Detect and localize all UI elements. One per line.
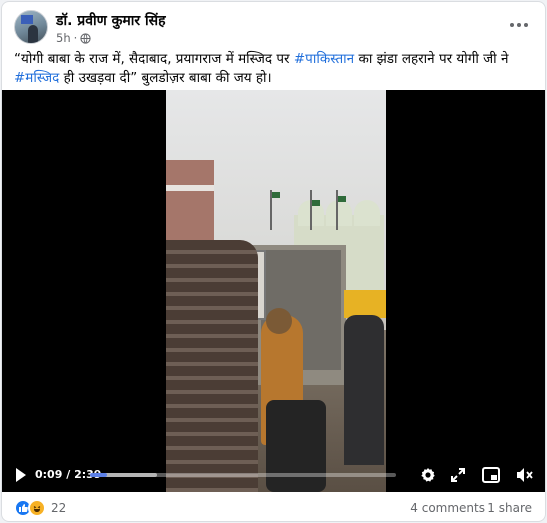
video-frame[interactable]	[166, 90, 386, 492]
shares-link[interactable]: 1 share	[487, 501, 532, 515]
more-options-icon[interactable]	[507, 16, 531, 34]
post-meta: 5h ·	[56, 31, 91, 45]
reaction-count[interactable]: 22	[51, 501, 66, 515]
globe-icon[interactable]	[80, 32, 91, 44]
author-avatar[interactable]	[14, 10, 48, 44]
video-flag-pole	[310, 190, 312, 230]
avatar-figure-shape	[28, 25, 38, 43]
volume-muted-icon[interactable]	[514, 465, 534, 485]
avatar-flag-shape	[21, 15, 33, 24]
post-text-part2: का झंडा लहराने पर योगी जी ने	[354, 51, 509, 67]
reaction-icons[interactable]	[14, 499, 48, 517]
video-person-head	[266, 308, 292, 334]
meta-separator: ·	[73, 31, 78, 45]
time-separator: /	[62, 468, 75, 481]
video-flag	[272, 192, 280, 198]
hashtag-link-pakistan[interactable]: #पाकिस्तान	[294, 51, 354, 67]
haha-reaction-icon	[28, 499, 46, 517]
post-text: “योगी बाबा के राज में, सैदाबाद, प्रयागरा…	[14, 50, 536, 88]
post-time[interactable]: 5h	[56, 31, 71, 45]
video-bulldozer	[344, 290, 386, 318]
video-player[interactable]: 0:09 / 2:39	[2, 90, 545, 492]
post-text-part3: ही उखड़वा दी” बुलडोज़र बाबा की जय हो।	[59, 70, 272, 86]
video-dome	[354, 200, 380, 226]
video-flag	[338, 196, 346, 202]
post-text-part1: “योगी बाबा के राज में, सैदाबाद, प्रयागरा…	[14, 51, 294, 67]
picture-in-picture-icon[interactable]	[481, 465, 501, 485]
hashtag-link-masjid[interactable]: #मस्जिद	[14, 70, 59, 86]
gear-icon[interactable]	[418, 465, 438, 485]
post-header: डॉ. प्रवीण कुमार सिंह 5h ·	[2, 2, 545, 46]
author-name[interactable]: डॉ. प्रवीण कुमार सिंह	[56, 11, 166, 30]
video-played-bar	[90, 473, 108, 477]
video-dome	[326, 200, 352, 226]
current-time: 0:09	[35, 468, 63, 481]
video-flag	[312, 200, 320, 206]
video-controls: 0:09 / 2:39	[2, 458, 545, 492]
video-progress-bar[interactable]	[90, 473, 396, 477]
video-building-stripe	[166, 185, 214, 191]
video-people	[344, 315, 384, 465]
post-footer: 22 4 comments 1 share	[2, 496, 545, 521]
play-icon[interactable]	[16, 468, 26, 482]
comments-link[interactable]: 4 comments	[410, 501, 485, 515]
post-card: डॉ. प्रवीण कुमार सिंह 5h · “योगी बाबा के…	[1, 1, 546, 522]
video-chair-stack	[166, 240, 258, 492]
fullscreen-icon[interactable]	[448, 465, 468, 485]
